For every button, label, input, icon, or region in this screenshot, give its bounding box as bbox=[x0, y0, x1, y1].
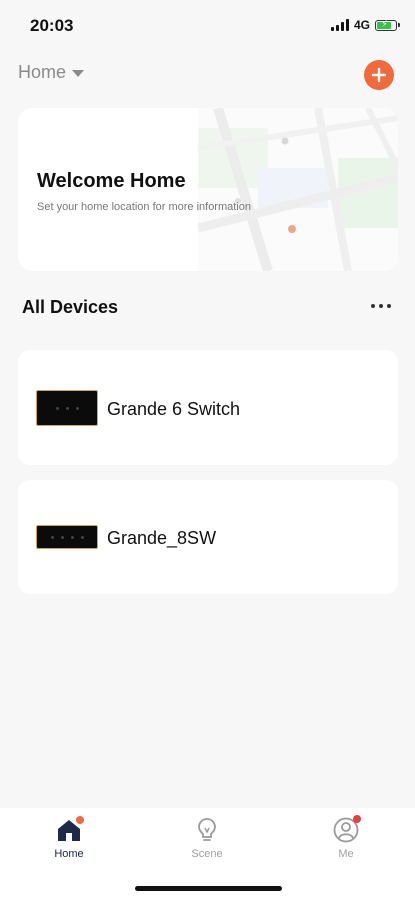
welcome-card[interactable]: Welcome Home Set your home location for … bbox=[18, 108, 398, 271]
switch-panel-icon bbox=[36, 390, 98, 426]
caret-down-icon bbox=[72, 70, 85, 77]
profile-icon bbox=[332, 815, 361, 844]
more-icon bbox=[371, 304, 375, 308]
more-options-button[interactable] bbox=[371, 300, 391, 312]
status-bar: 20:03 4G ⚡ bbox=[0, 0, 415, 50]
lightbulb-icon bbox=[193, 816, 221, 844]
tab-label: Me bbox=[338, 848, 354, 860]
battery-icon: ⚡ bbox=[375, 19, 400, 31]
add-device-button[interactable] bbox=[364, 60, 394, 90]
status-indicators: 4G ⚡ bbox=[330, 18, 400, 32]
device-name: Grande 6 Switch bbox=[107, 399, 241, 419]
tab-scene[interactable]: Scene bbox=[167, 816, 247, 860]
welcome-title: Welcome Home bbox=[37, 170, 186, 192]
device-name: Grande_8SW bbox=[107, 528, 217, 548]
tab-label: Home bbox=[54, 848, 84, 860]
welcome-subtitle: Set your home location for more informat… bbox=[37, 201, 251, 213]
home-selector[interactable]: Home bbox=[18, 62, 85, 83]
tab-label: Scene bbox=[191, 848, 223, 860]
map-illustration bbox=[198, 108, 398, 271]
section-title: All Devices bbox=[22, 297, 119, 317]
home-icon bbox=[55, 816, 84, 844]
status-time: 20:03 bbox=[30, 16, 74, 35]
tab-home[interactable]: Home bbox=[29, 816, 109, 860]
device-card[interactable]: Grande 6 Switch bbox=[18, 350, 398, 465]
tab-me[interactable]: Me bbox=[306, 815, 386, 860]
signal-icon bbox=[330, 19, 349, 31]
plus-icon bbox=[371, 67, 387, 83]
home-indicator bbox=[135, 886, 282, 891]
device-card[interactable]: Grande_8SW bbox=[18, 480, 398, 594]
switch-panel-icon bbox=[36, 525, 98, 549]
home-selector-label: Home bbox=[18, 62, 67, 82]
network-type: 4G bbox=[353, 18, 370, 32]
